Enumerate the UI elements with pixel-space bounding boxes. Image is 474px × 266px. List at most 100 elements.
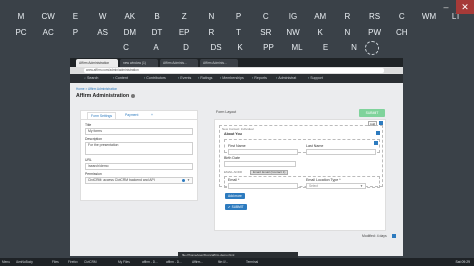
key-as[interactable]: AS (92, 26, 114, 40)
tab-payment[interactable]: Payment (125, 113, 138, 117)
description-field[interactable]: For the presentation (85, 142, 193, 155)
close-icon[interactable] (374, 141, 378, 145)
taskbar-item[interactable]: Menu (2, 259, 10, 265)
key-k[interactable]: K (229, 41, 251, 55)
url-input[interactable]: www.affirm.com/admin/administration (84, 68, 384, 73)
key-a[interactable]: A (145, 41, 167, 55)
url-field[interactable]: /search/demo (85, 163, 193, 170)
key-b[interactable]: B (146, 10, 168, 24)
key-dm[interactable]: DM (119, 26, 141, 40)
email-location-select[interactable]: Select ▼ (306, 183, 366, 189)
key-pc[interactable]: PC (10, 26, 32, 40)
taskbar-item[interactable]: Firefox (68, 259, 78, 265)
url-label: URL (85, 158, 92, 162)
key-p[interactable]: P (64, 26, 86, 40)
key-ml[interactable]: ML (286, 41, 308, 55)
nav-ratings[interactable]: ▪Ratings (198, 74, 212, 83)
keyboard-close-button[interactable]: ✕ (456, 0, 474, 14)
key-ep[interactable]: EP (173, 26, 195, 40)
key-dt[interactable]: DT (146, 26, 168, 40)
taskbar-item[interactable]: affirm - D... (142, 259, 158, 265)
key-r[interactable]: R (336, 10, 358, 24)
submit-button[interactable]: ✔ SUBMIT (225, 204, 247, 210)
key-rs[interactable]: RS (364, 10, 386, 24)
taskbar-item[interactable]: Affirm... (192, 259, 203, 265)
key-n[interactable]: N (343, 41, 365, 55)
add-more-button[interactable]: Add more (225, 193, 245, 199)
key-p[interactable]: P (228, 10, 250, 24)
close-icon[interactable] (392, 234, 396, 238)
key-k[interactable]: K (309, 26, 331, 40)
first-name-input[interactable] (228, 149, 298, 155)
key-m[interactable]: M (10, 10, 32, 24)
key-ac[interactable]: AC (37, 26, 59, 40)
taskbar-item[interactable]: file:///... (218, 259, 228, 265)
submit-top-button[interactable]: SUBMIT (359, 109, 385, 117)
nav-label: Support (310, 76, 323, 80)
nav-contributors[interactable]: ▪Contributors (144, 74, 166, 83)
browser-tab[interactable]: Affirm Administration (76, 59, 118, 67)
browser-tab[interactable]: Affirm Adminis... (160, 59, 198, 67)
key-ch[interactable]: CH (391, 26, 413, 40)
key-ig[interactable]: IG (282, 10, 304, 24)
key-c[interactable]: C (255, 10, 277, 24)
key-cw[interactable]: CW (37, 10, 59, 24)
key-w[interactable]: W (92, 10, 114, 24)
tab-form-settings[interactable]: Form Settings (87, 112, 117, 119)
browser-tab[interactable]: Affirm Adminis... (200, 59, 238, 67)
nav-label: Memberships (222, 76, 244, 80)
nav-reports[interactable]: ▪Reports (252, 74, 267, 83)
url-bar: www.affirm.com/admin/administration (70, 67, 403, 74)
taskbar-item[interactable]: iAmNoBody (16, 259, 33, 265)
taskbar-item[interactable]: Terminal (246, 259, 258, 265)
last-name-input[interactable] (306, 149, 376, 155)
email-location-label: Email Location Type * (306, 178, 341, 182)
nav-search[interactable]: ⌕Search (84, 74, 98, 83)
modified-note: Modified: 4 days (362, 234, 387, 238)
taskbar-item[interactable]: Files (52, 259, 59, 265)
nav-administrat[interactable]: ▪Administrat (276, 74, 296, 83)
key-t[interactable]: T (228, 26, 250, 40)
nav-content[interactable]: ▪Content (113, 74, 128, 83)
key-sr[interactable]: SR (255, 26, 277, 40)
key-pp[interactable]: PP (258, 41, 280, 55)
taskbar-item[interactable]: affirm - D... (166, 259, 182, 265)
key-nw[interactable]: NW (282, 26, 304, 40)
taskbar-item[interactable]: My Files (118, 259, 130, 265)
taskbar-item[interactable]: CiviCRM (84, 259, 97, 265)
nav-label: Administrat (278, 76, 297, 80)
about-you-heading: About You (224, 132, 242, 136)
title-field[interactable]: My forms (85, 128, 193, 135)
nav-memberships[interactable]: ▪Memberships (220, 74, 244, 83)
close-icon[interactable] (376, 131, 380, 135)
key-n[interactable]: N (336, 26, 358, 40)
breadcrumb[interactable]: Home > Affirm Administration (76, 87, 117, 91)
birth-date-input[interactable] (224, 161, 296, 167)
browser-tab[interactable]: new window (1) (120, 59, 158, 67)
nav-label: Contributors (146, 76, 166, 80)
key-pw[interactable]: PW (364, 26, 386, 40)
key-ak[interactable]: AK (119, 10, 141, 24)
settings-tabs: Form Settings Payment + (81, 111, 197, 120)
nav-events[interactable]: ▪Events (178, 74, 191, 83)
key-r[interactable]: R (200, 26, 222, 40)
help-icon[interactable] (131, 93, 136, 98)
permission-select[interactable]: CiviCRM: access CiviCRM backend and API ▼ (85, 177, 193, 184)
nav-support[interactable]: ▪Support (308, 74, 323, 83)
key-am[interactable]: AM (309, 10, 331, 24)
keyboard-minimize-button[interactable]: – (437, 0, 455, 14)
key-d[interactable]: D (175, 41, 197, 55)
nav-label: Ratings (200, 76, 213, 80)
key-z[interactable]: Z (173, 10, 195, 24)
key-e[interactable]: E (315, 41, 337, 55)
key-c[interactable]: C (391, 10, 413, 24)
email-input[interactable] (228, 183, 298, 189)
settings-icon[interactable] (365, 41, 379, 55)
email-drag-pill[interactable]: Email: Email (Contact 1) (250, 170, 289, 175)
key-ds[interactable]: DS (205, 41, 227, 55)
key-c[interactable]: C (115, 41, 137, 55)
tab-add[interactable]: + (151, 113, 153, 117)
last-name-label: Last Name (306, 144, 324, 148)
key-n[interactable]: N (200, 10, 222, 24)
key-e[interactable]: E (64, 10, 86, 24)
